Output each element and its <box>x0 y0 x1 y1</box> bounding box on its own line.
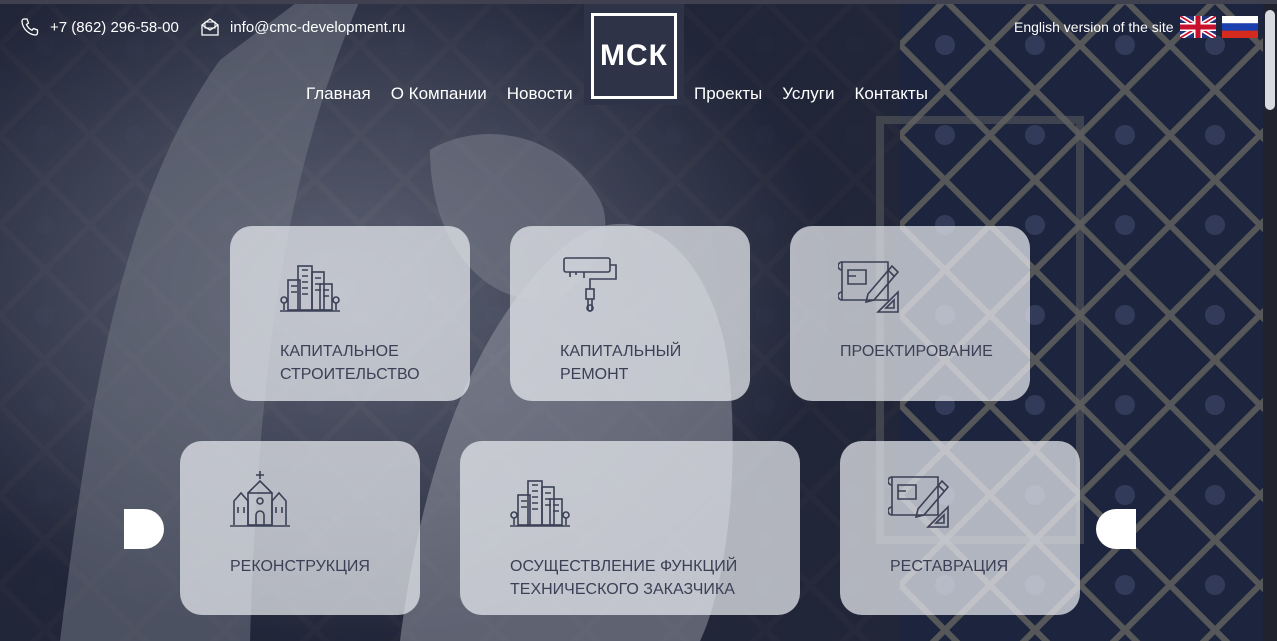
service-label: Капитальный ремонт <box>560 340 730 386</box>
service-card-capital-construction[interactable]: Капитальное строительство <box>230 226 470 401</box>
service-card-restoration[interactable]: Реставрация <box>840 441 1080 615</box>
nav-services[interactable]: Услуги <box>782 84 834 104</box>
service-card-reconstruction[interactable]: Реконструкция <box>180 441 420 615</box>
logo-text: МСК <box>600 39 668 72</box>
page-scrollbar[interactable] <box>1263 4 1277 641</box>
service-label-line1: Проектирование <box>840 343 993 360</box>
service-label-line1: Реконструкция <box>230 558 370 575</box>
main-nav-left: Главная О Компании Новости <box>306 84 593 104</box>
english-version-link[interactable]: English version of the site <box>1014 19 1174 35</box>
service-label-line1: Реставрация <box>890 558 1009 575</box>
blueprint-pencil-icon <box>838 261 900 313</box>
service-card-design[interactable]: Проектирование <box>790 226 1030 401</box>
scrollbar-thumb[interactable] <box>1265 10 1275 110</box>
logo-frame: МСК <box>591 13 677 99</box>
service-label: Осуществление функций технического заказ… <box>510 555 780 601</box>
service-label-line1: Капитальный <box>560 343 682 360</box>
service-label: Капитальное строительство <box>280 340 450 386</box>
nav-news[interactable]: Новости <box>507 84 573 104</box>
site-logo[interactable]: МСК <box>584 4 684 105</box>
service-label-line2: технического заказчика <box>510 581 735 598</box>
service-label: Проектирование <box>840 340 1010 363</box>
nav-projects[interactable]: Проекты <box>694 84 762 104</box>
nav-contacts[interactable]: Контакты <box>855 84 928 104</box>
phone-contact[interactable]: +7 (862) 296-58-00 <box>20 17 179 37</box>
mail-icon <box>201 18 219 36</box>
service-card-capital-repair[interactable]: Капитальный ремонт <box>510 226 750 401</box>
service-label-line2: ремонт <box>560 366 629 383</box>
uk-flag-icon[interactable] <box>1179 16 1216 38</box>
blueprint-pencil-icon <box>888 476 950 528</box>
nav-about[interactable]: О Компании <box>391 84 487 104</box>
city-buildings-icon <box>280 265 340 312</box>
service-label-line1: Капитальное <box>280 343 399 360</box>
church-icon <box>230 471 290 527</box>
paint-roller-icon <box>563 257 617 312</box>
phone-number[interactable]: +7 (862) 296-58-00 <box>50 19 179 36</box>
service-label-line2: строительство <box>280 366 420 383</box>
email-contact[interactable]: info@cmc-development.ru <box>200 17 405 37</box>
nav-home[interactable]: Главная <box>306 84 371 104</box>
service-label: Реставрация <box>890 555 1060 578</box>
email-address[interactable]: info@cmc-development.ru <box>230 19 405 36</box>
slider-next-button[interactable] <box>1096 509 1136 549</box>
language-switcher: English version of the site <box>1014 16 1258 38</box>
service-label: Реконструкция <box>230 555 400 578</box>
russia-flag-icon[interactable] <box>1221 16 1258 38</box>
slider-prev-button[interactable] <box>124 509 164 549</box>
phone-icon <box>21 18 39 36</box>
service-card-technical-customer[interactable]: Осуществление функций технического заказ… <box>460 441 800 615</box>
main-nav-right: Проекты Услуги Контакты <box>694 84 948 104</box>
service-label-line1: Осуществление функций <box>510 558 738 575</box>
city-buildings-icon <box>510 480 570 527</box>
